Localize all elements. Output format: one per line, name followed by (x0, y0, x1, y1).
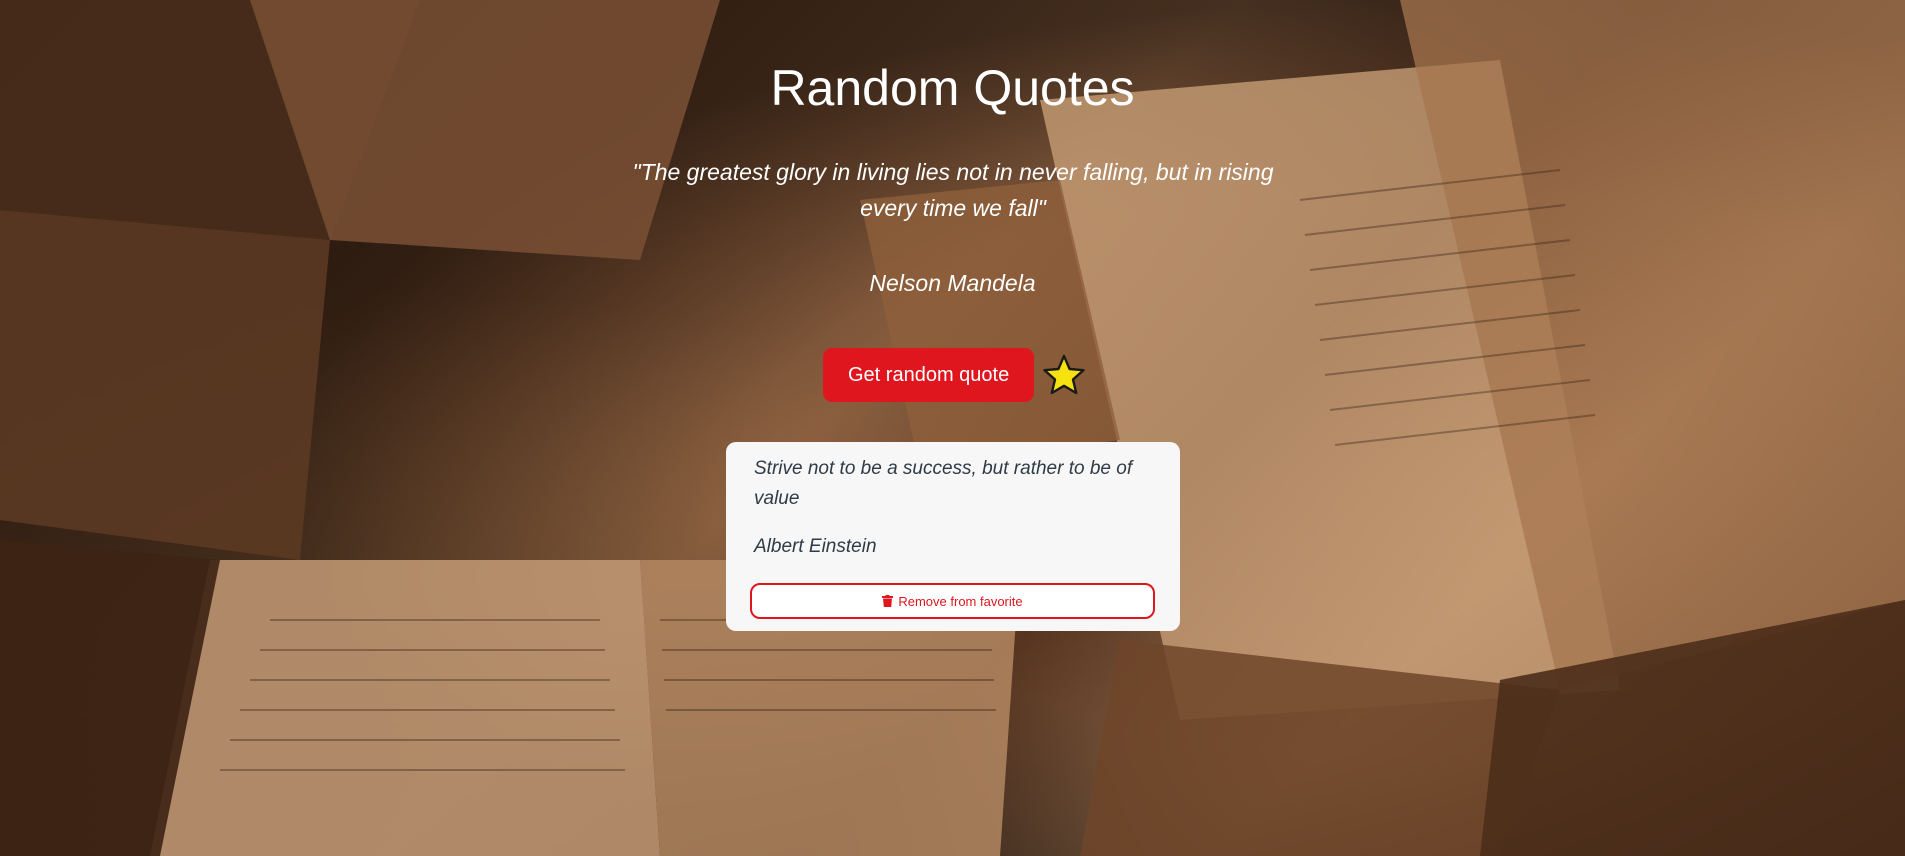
get-random-quote-button[interactable]: Get random quote (823, 348, 1035, 402)
quote-text: "The greatest glory in living lies not i… (632, 159, 1274, 221)
remove-from-favorite-button[interactable]: Remove from favorite (750, 583, 1155, 619)
quote-actions: Get random quote (823, 348, 1086, 402)
quote-author: Nelson Mandela (869, 270, 1036, 296)
background-books-image (0, 0, 1905, 856)
remove-from-favorite-label: Remove from favorite (898, 593, 1023, 609)
favorite-quote-text: Strive not to be a success, but rather t… (754, 458, 1133, 509)
page-title: Random Quotes (770, 60, 1135, 116)
trash-icon (882, 595, 894, 607)
favorite-quote-card: Strive not to be a success, but rather t… (726, 442, 1180, 631)
star-icon[interactable] (1042, 353, 1086, 397)
favorite-quote-author: Albert Einstein (754, 536, 877, 557)
